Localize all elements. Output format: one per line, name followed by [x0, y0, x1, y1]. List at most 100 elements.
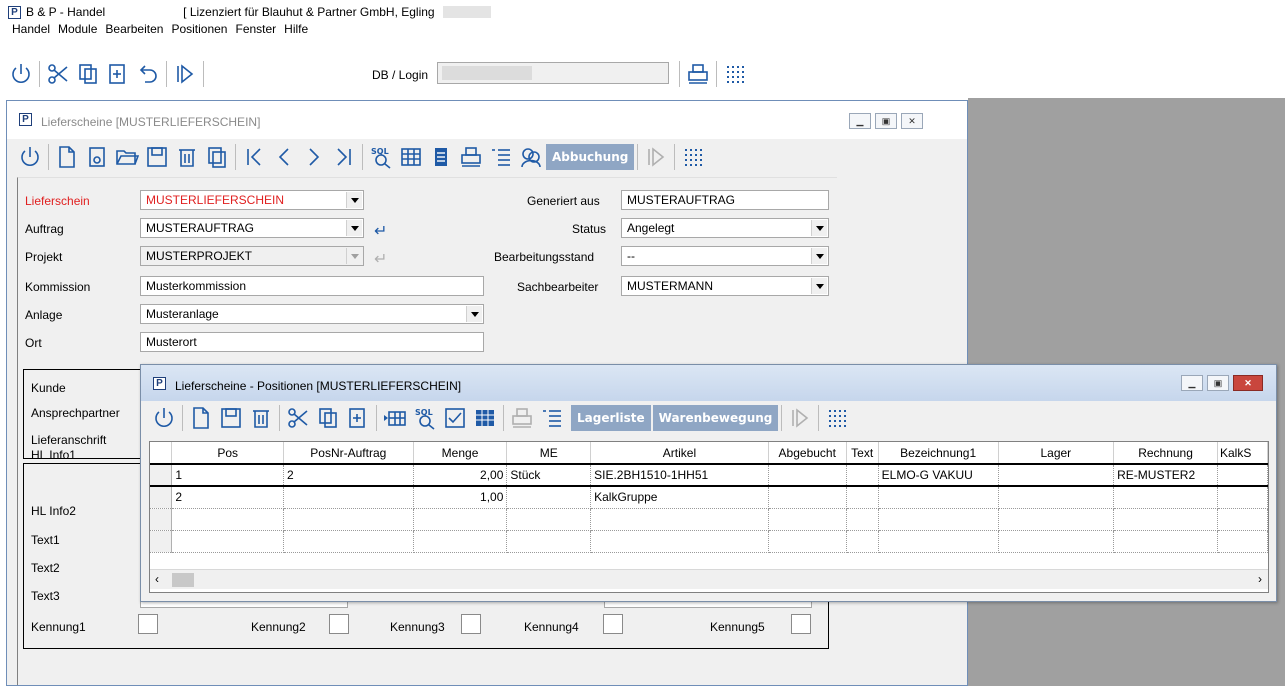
kennung3-checkbox[interactable]	[461, 614, 481, 634]
folder-icon[interactable]	[112, 142, 142, 172]
kennung1-checkbox[interactable]	[138, 614, 158, 634]
paste-icon[interactable]	[103, 59, 133, 89]
kennung2-checkbox[interactable]	[329, 614, 349, 634]
table-cell[interactable]	[413, 508, 508, 531]
table-cell[interactable]	[506, 508, 592, 531]
menu-handel[interactable]: Handel	[12, 22, 50, 38]
table-cell[interactable]: KalkGruppe	[590, 486, 769, 509]
horizontal-scrollbar[interactable]: ‹ ›	[150, 569, 1268, 589]
table-cell[interactable]	[1217, 464, 1268, 487]
table-cell[interactable]: Stück	[506, 464, 592, 487]
save-icon[interactable]	[142, 142, 172, 172]
table-cell[interactable]	[846, 530, 879, 553]
table-cell[interactable]: 1,00	[413, 486, 508, 509]
table-icon[interactable]	[396, 142, 426, 172]
close-button[interactable]: ✕	[901, 113, 923, 129]
table-row[interactable]	[150, 530, 1268, 553]
maximize-button[interactable]: ▣	[875, 113, 897, 129]
table-cell[interactable]: RE-MUSTER2	[1113, 464, 1218, 487]
auftrag-select[interactable]: MUSTERAUFTRAG	[140, 218, 364, 238]
column-header[interactable]: Text	[846, 442, 879, 465]
check-table-icon[interactable]	[440, 403, 470, 433]
table-cell[interactable]	[506, 530, 592, 553]
ort-input[interactable]: Musterort	[140, 332, 484, 352]
chevron-down-icon[interactable]	[346, 220, 362, 236]
table-cell[interactable]	[768, 508, 847, 531]
table-cell[interactable]	[846, 486, 879, 509]
table-cell[interactable]	[1113, 508, 1218, 531]
insert-row-icon[interactable]	[380, 403, 410, 433]
menu-positionen[interactable]: Positionen	[171, 22, 227, 38]
chevron-down-icon[interactable]	[346, 192, 362, 208]
table-cell[interactable]	[590, 530, 769, 553]
table-row[interactable]: 2 1,00 KalkGruppe	[150, 486, 1268, 509]
row-indicator[interactable]	[150, 486, 173, 509]
power-icon[interactable]	[149, 403, 179, 433]
anlage-select[interactable]: Musteranlage	[140, 304, 484, 324]
table-cell[interactable]	[878, 486, 999, 509]
open-document-icon[interactable]	[82, 142, 112, 172]
table-cell[interactable]: 2,00	[413, 464, 508, 487]
status-select[interactable]: Angelegt	[621, 218, 829, 238]
menu-bearbeiten[interactable]: Bearbeiten	[105, 22, 163, 38]
users-icon[interactable]	[516, 142, 546, 172]
table-cell[interactable]	[590, 508, 769, 531]
maximize-button[interactable]: ▣	[1207, 375, 1229, 391]
table-cell[interactable]	[768, 464, 847, 487]
table-cell[interactable]	[283, 486, 414, 509]
column-header[interactable]: Rechnung	[1113, 442, 1218, 465]
table-cell[interactable]	[846, 464, 879, 487]
chevron-down-icon[interactable]	[811, 278, 827, 294]
new-document-icon[interactable]	[52, 142, 82, 172]
table-cell[interactable]	[998, 508, 1115, 531]
grid-dots-icon[interactable]	[678, 142, 708, 172]
run-icon[interactable]	[170, 59, 200, 89]
menu-fenster[interactable]: Fenster	[235, 22, 276, 38]
table-cell[interactable]: 1	[171, 464, 284, 487]
generiert-aus-field[interactable]: MUSTERAUFTRAG	[621, 190, 829, 210]
table-row[interactable]: 1 2 2,00 Stück SIE.2BH1510-1HH51 ELMO-G …	[150, 464, 1268, 487]
grid-dots-icon[interactable]	[720, 59, 750, 89]
table-cell[interactable]	[283, 508, 414, 531]
next-record-icon[interactable]	[299, 142, 329, 172]
table-cell[interactable]: 2	[283, 464, 414, 487]
list-icon[interactable]	[537, 403, 567, 433]
table-cell[interactable]	[768, 530, 847, 553]
close-button[interactable]: ✕	[1233, 375, 1263, 391]
kennung4-checkbox[interactable]	[603, 614, 623, 634]
table-cell[interactable]: 2	[171, 486, 284, 509]
table-filled-icon[interactable]	[470, 403, 500, 433]
lieferschein-select[interactable]: MUSTERLIEFERSCHEIN	[140, 190, 364, 210]
row-indicator[interactable]	[150, 530, 173, 553]
table-cell[interactable]	[1113, 530, 1218, 553]
chevron-down-icon[interactable]	[811, 220, 827, 236]
sql-search-icon[interactable]: SQL	[410, 403, 440, 433]
table-cell[interactable]	[1217, 486, 1268, 509]
undo-icon[interactable]	[133, 59, 163, 89]
bearbeitungsstand-select[interactable]: --	[621, 246, 829, 266]
menu-module[interactable]: Module	[58, 22, 97, 38]
power-icon[interactable]	[6, 59, 36, 89]
sql-search-icon[interactable]: SQL	[366, 142, 396, 172]
table-cell[interactable]: ELMO-G VAKUU	[878, 464, 999, 487]
table-cell[interactable]	[413, 530, 508, 553]
previous-record-icon[interactable]	[269, 142, 299, 172]
delete-icon[interactable]	[172, 142, 202, 172]
list-icon[interactable]	[486, 142, 516, 172]
return-arrow-icon[interactable]: ↵	[374, 221, 387, 241]
chevron-down-icon[interactable]	[811, 248, 827, 264]
menu-hilfe[interactable]: Hilfe	[284, 22, 308, 38]
scrollbar-thumb[interactable]	[172, 573, 194, 587]
column-header[interactable]: Pos	[171, 442, 284, 465]
scissors-icon[interactable]	[43, 59, 73, 89]
table-cell[interactable]	[1217, 508, 1268, 531]
column-header[interactable]: Artikel	[590, 442, 769, 465]
column-header[interactable]: ME	[506, 442, 592, 465]
column-header[interactable]: Lager	[998, 442, 1115, 465]
table-cell[interactable]	[283, 530, 414, 553]
db-login-field[interactable]	[437, 62, 669, 84]
kennung5-checkbox[interactable]	[791, 614, 811, 634]
warenbewegung-button[interactable]: Warenbewegung	[652, 405, 779, 431]
column-header[interactable]: Bezeichnung1	[878, 442, 999, 465]
minimize-button[interactable]: ▁	[1181, 375, 1203, 391]
